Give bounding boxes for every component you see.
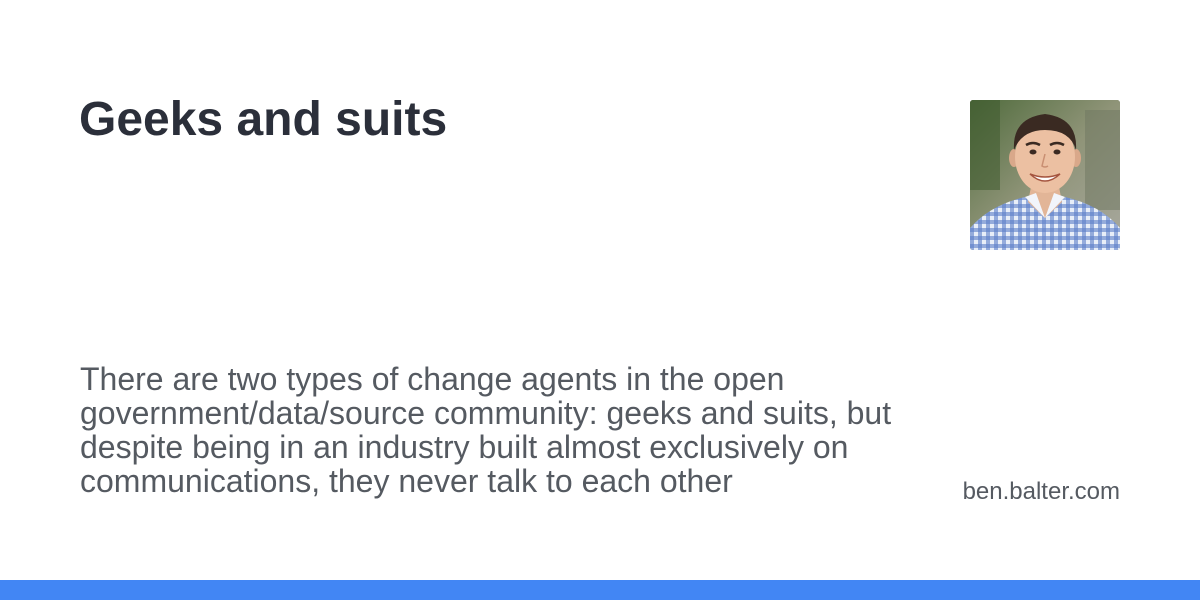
site-url: ben.balter.com: [962, 478, 1120, 505]
accent-bar: [0, 580, 1200, 600]
author-avatar: [970, 100, 1120, 250]
page-title: Geeks and suits: [79, 93, 448, 146]
post-description: There are two types of change agents in …: [80, 361, 892, 499]
